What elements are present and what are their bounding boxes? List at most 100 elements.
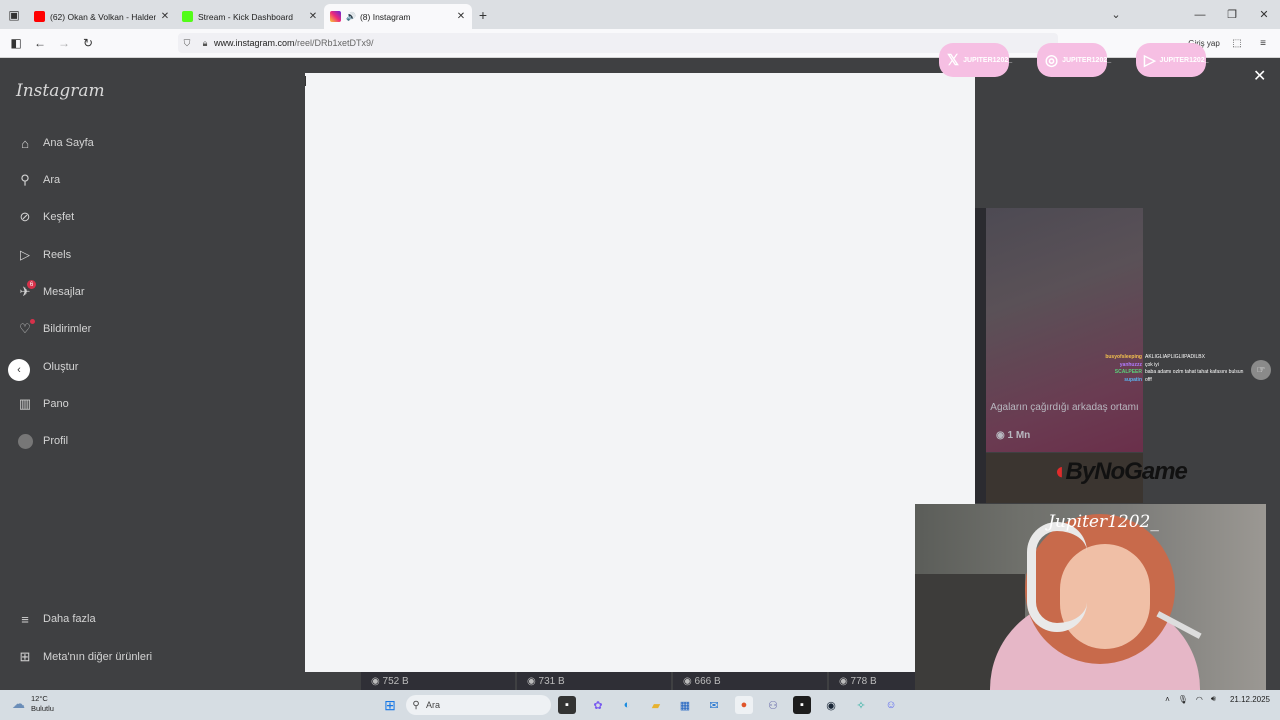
sidebar-item-meta[interactable]: ⊞ Meta'nın diğer ürünleri bbox=[16, 647, 153, 667]
lock-icon[interactable]: 🔒︎ bbox=[196, 38, 214, 49]
new-tab-icon[interactable]: + bbox=[472, 7, 494, 23]
extensions-icon[interactable]: ⬚ bbox=[1224, 38, 1250, 49]
notification-dot bbox=[30, 319, 35, 324]
edge-icon[interactable]: ◐ bbox=[618, 696, 636, 714]
chat-username: supatin bbox=[1124, 376, 1142, 383]
wifi-icon[interactable]: ◠ bbox=[1196, 695, 1203, 704]
reel-tile[interactable]: ◉ 752 B bbox=[361, 672, 515, 690]
close-tab-icon[interactable]: ✕ bbox=[160, 11, 170, 22]
social-handle: JUPITER1202_ bbox=[1062, 56, 1112, 64]
stream-chat-overlay: busyofsleeping AKLIGLIAPLIGLIIPADILBX yan… bbox=[1100, 354, 1250, 384]
close-tab-icon[interactable]: ✕ bbox=[456, 11, 466, 22]
store-icon[interactable]: ▦ bbox=[676, 696, 694, 714]
hamburger-icon: ≡ bbox=[21, 611, 29, 627]
reel-views: 778 B bbox=[850, 675, 877, 687]
sidebar-item-label: Reels bbox=[43, 249, 72, 261]
task-view-icon[interactable]: ▪ bbox=[558, 696, 576, 714]
reel-modal[interactable] bbox=[305, 73, 975, 672]
previous-reel-button[interactable]: ‹ bbox=[8, 359, 30, 381]
chat-username: yanhuzzz bbox=[1119, 361, 1142, 368]
sidebar-item-search[interactable]: ⚲ Ara bbox=[16, 170, 60, 190]
message-count-badge: 6 bbox=[27, 280, 36, 289]
sidebar-item-profile[interactable]: Profil bbox=[16, 431, 68, 451]
eye-icon: ◉ bbox=[683, 675, 692, 687]
system-tray: ˄ 🎙︎ ◠ 🔊︎ 21.12.2025 bbox=[1157, 694, 1270, 704]
sponsor-logo: ◖ByNoGame bbox=[1052, 458, 1188, 486]
chevron-down-icon[interactable]: ⌄ bbox=[1100, 8, 1132, 21]
sidebar-item-messages[interactable]: ✈ 6 Mesajlar bbox=[16, 280, 85, 302]
sidebar-item-dashboard[interactable]: ▥ Pano bbox=[16, 394, 69, 414]
close-modal-icon[interactable]: ✕ bbox=[1253, 66, 1266, 86]
date-text[interactable]: 21.12.2025 bbox=[1230, 695, 1270, 704]
microphone-icon[interactable]: 🎙︎ bbox=[1178, 695, 1188, 704]
instagram-logo[interactable]: Instagram bbox=[16, 81, 105, 101]
instagram-favicon-icon bbox=[330, 11, 341, 22]
sidebar-item-home[interactable]: ⌂ Ana Sayfa bbox=[16, 133, 94, 153]
speaker-icon[interactable]: 🔊 bbox=[346, 12, 356, 21]
x-logo-icon: 𝕏 bbox=[947, 52, 960, 69]
kick-app-icon[interactable]: ▪ bbox=[793, 696, 811, 714]
tab-youtube[interactable]: (62) Okan & Volkan - Halden Ağ ✕ bbox=[28, 4, 176, 29]
reload-icon[interactable]: ↻ bbox=[76, 36, 100, 50]
menu-icon[interactable]: ≡ bbox=[1250, 38, 1276, 49]
restore-icon[interactable]: ❐ bbox=[1216, 8, 1248, 21]
weather-widget[interactable]: ☁ 12°C Bulutlu bbox=[12, 694, 54, 714]
volume-icon[interactable]: 🔊︎ bbox=[1211, 694, 1216, 704]
close-window-icon[interactable]: ✕ bbox=[1248, 8, 1280, 21]
outlook-icon[interactable]: ✉ bbox=[705, 696, 723, 714]
sidebar-toggle-icon[interactable]: ◧ bbox=[4, 36, 28, 50]
sidebar-item-label: Daha fazla bbox=[43, 613, 96, 625]
file-explorer-icon[interactable]: ▰ bbox=[647, 696, 665, 714]
sidebar-item-create[interactable]: Oluştur bbox=[43, 357, 78, 377]
tab-list-icon[interactable]: ▣ bbox=[0, 0, 28, 29]
reel-thumbnail-edge bbox=[975, 208, 986, 503]
sidebar-item-more[interactable]: ≡ Daha fazla bbox=[16, 609, 96, 629]
tab-title: (62) Okan & Volkan - Halden Ağ bbox=[50, 11, 156, 22]
shield-icon[interactable]: ⛉ bbox=[178, 38, 196, 49]
url-path: /reel/DRb1xetDTx9/ bbox=[294, 38, 374, 48]
reel-views: 731 B bbox=[538, 675, 565, 687]
x-social-badge: 𝕏 JUPITER1202_ bbox=[939, 43, 1012, 77]
next-reel-button[interactable]: ☞ bbox=[1251, 360, 1271, 380]
reel-tile[interactable]: ◉ 666 B bbox=[673, 672, 827, 690]
sidebar-item-explore[interactable]: ⊘ Keşfet bbox=[16, 207, 75, 227]
weather-condition: Bulutlu bbox=[31, 704, 54, 713]
teams-icon[interactable]: ⚇ bbox=[764, 696, 782, 714]
sidebar-item-label: Oluştur bbox=[43, 361, 79, 373]
sidebar-item-label: Meta'nın diğer ürünleri bbox=[43, 651, 153, 663]
back-icon[interactable]: ← bbox=[28, 36, 52, 50]
chevron-up-icon[interactable]: ˄ bbox=[1165, 695, 1170, 704]
avatar-icon bbox=[16, 432, 34, 450]
kick-favicon-icon bbox=[182, 11, 193, 22]
firefox-icon[interactable]: ● bbox=[735, 696, 753, 714]
reels-icon: ▷ bbox=[20, 247, 30, 262]
search-icon: ⚲ bbox=[412, 699, 420, 711]
start-icon[interactable]: ⊞ bbox=[381, 696, 399, 714]
tab-kick[interactable]: Stream - Kick Dashboard ✕ bbox=[176, 4, 324, 29]
steam-icon[interactable]: ◉ bbox=[822, 696, 840, 714]
headset bbox=[1027, 522, 1087, 632]
tab-instagram[interactable]: 🔊 (8) Instagram ✕ bbox=[324, 4, 472, 29]
compass-icon: ⊘ bbox=[19, 209, 31, 224]
minimize-icon[interactable]: — bbox=[1184, 9, 1216, 21]
reel-tile[interactable]: ◉ 731 B bbox=[517, 672, 671, 690]
close-tab-icon[interactable]: ✕ bbox=[308, 11, 318, 22]
eye-icon: ◉ bbox=[839, 675, 848, 687]
home-icon: ⌂ bbox=[21, 135, 29, 151]
forward-icon[interactable]: → bbox=[52, 36, 76, 50]
discord-icon[interactable]: ☺ bbox=[882, 696, 900, 714]
sidebar-item-reels[interactable]: ▷ Reels bbox=[16, 245, 71, 265]
dashboard-icon: ▥ bbox=[18, 396, 32, 411]
sidebar-item-notifications[interactable]: ♡ Bildirimler bbox=[16, 319, 91, 339]
sidebar-item-label: Ana Sayfa bbox=[43, 137, 94, 149]
messenger-icon: ✈ 6 bbox=[16, 280, 36, 301]
address-bar[interactable]: ⛉ 🔒︎ www.instagram.com/reel/DRb1xetDTx9/ bbox=[178, 33, 1058, 53]
eye-icon: ◉ bbox=[371, 675, 380, 687]
network-app-icon[interactable]: ✧ bbox=[852, 696, 870, 714]
streamer-webcam: Jupiter1202_ bbox=[915, 504, 1266, 702]
taskbar-search[interactable]: ⚲ Ara bbox=[406, 695, 551, 715]
reel-tile[interactable]: ◉ 778 B bbox=[829, 672, 915, 690]
copilot-icon[interactable]: ✿ bbox=[589, 696, 607, 714]
windows-taskbar: ☁ 12°C Bulutlu ⊞ ⚲ Ara ▪ ✿ ◐ ▰ ▦ ✉ ● ⚇ ▪… bbox=[0, 690, 1280, 720]
reel-thumbnail[interactable]: Agaların çağırdığı arkadaş ortamı ◉ 1 Mn bbox=[986, 208, 1143, 452]
